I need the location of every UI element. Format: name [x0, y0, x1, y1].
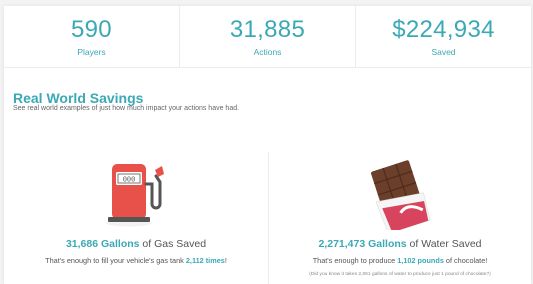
stats-bar: 590 Players 31,885 Actions $224,934 Save…: [4, 6, 531, 68]
stat-players: 590 Players: [4, 6, 179, 67]
stat-label: Saved: [431, 47, 456, 57]
water-desc-text: That's enough to produce: [312, 256, 398, 265]
section-subtitle: See real world examples of just how much…: [13, 105, 240, 112]
stat-value: 590: [71, 16, 112, 43]
water-headline: 2,271,473 Gallons of Water Saved: [268, 238, 532, 250]
water-desc-highlight: 1,102 pounds: [397, 256, 444, 265]
water-description: That's enough to produce 1,102 pounds of…: [268, 256, 532, 265]
water-desc-end: of chocolate!: [443, 256, 488, 265]
water-footnote: (Did you know it takes 2,061 gallons of …: [309, 272, 491, 277]
stat-saved: $224,934 Saved: [355, 6, 531, 67]
water-headline-text: of Water Saved: [406, 238, 482, 250]
stat-value: $224,934: [392, 16, 495, 43]
water-savings-panel: 2,271,473 Gallons of Water Saved That's …: [268, 156, 532, 284]
stat-label: Actions: [253, 47, 282, 57]
stat-actions: 31,885 Actions: [179, 6, 355, 67]
chocolate-bar-icon: [371, 160, 431, 230]
gas-headline-text: of Gas Saved: [139, 238, 207, 250]
gas-description: That's enough to fill your vehicle's gas…: [4, 256, 268, 265]
gas-desc-end: !: [224, 256, 227, 265]
section-title: Real World Savings: [13, 90, 144, 106]
stat-label: Players: [77, 47, 106, 57]
gas-pump-icon: 000: [106, 164, 164, 227]
gas-desc-highlight: 2,112 times: [185, 256, 225, 265]
gas-amount: 31,686 Gallons: [65, 238, 140, 250]
stat-value: 31,885: [229, 16, 306, 43]
gas-headline: 31,686 Gallons of Gas Saved: [4, 238, 268, 250]
gas-savings-panel: 000 31,686 Gallons of Gas Saved That's e…: [4, 156, 268, 284]
gas-desc-text: That's enough to fill your vehicle's gas…: [45, 256, 186, 265]
svg-text:000: 000: [123, 177, 136, 185]
main-card: 590 Players 31,885 Actions $224,934 Save…: [4, 6, 531, 284]
water-amount: 2,271,473 Gallons: [318, 238, 407, 250]
